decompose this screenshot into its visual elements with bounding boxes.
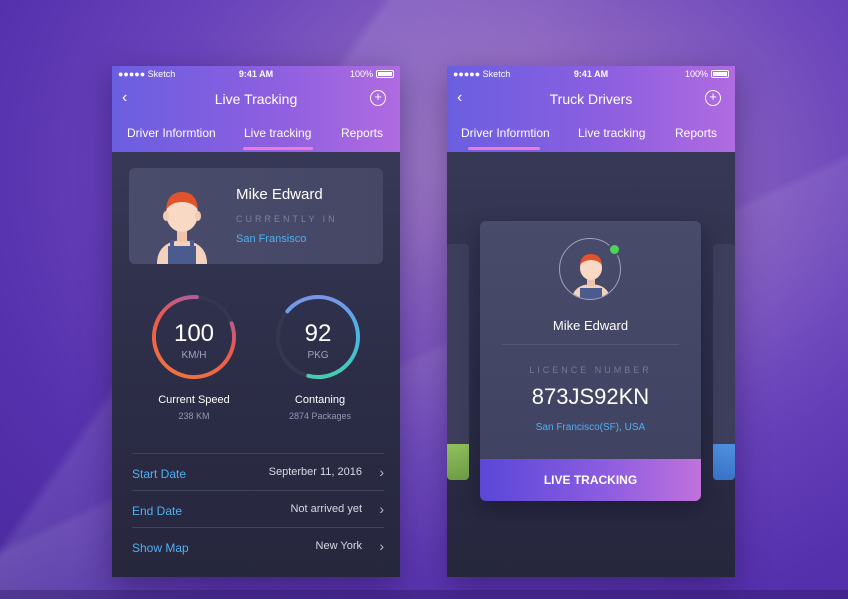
speed-unit: KM/H [181,350,207,361]
start-date-label: Start Date [132,467,187,481]
status-bar: ●●●●● Sketch 9:41 AM 100% [112,66,400,82]
end-date-label: End Date [132,504,183,518]
previous-driver-card[interactable] [447,244,469,480]
speed-gauge: 100 KM/H [149,292,239,382]
tab-live-tracking[interactable]: Live tracking [244,126,311,140]
chevron-right-icon: › [379,501,384,517]
battery-indicator: 100% [350,69,394,79]
tab-bar: Driver Informtion Live tracking Reports [112,124,400,152]
show-map-label: Show Map [132,541,189,555]
screen-header: ●●●●● Sketch 9:41 AM 100% ‹ Truck Driver… [447,66,735,152]
chevron-right-icon: › [379,538,384,554]
battery-percent: 100% [349,69,373,79]
active-tab-indicator [468,147,540,150]
chevron-right-icon: › [379,464,384,480]
live-tracking-screen: ●●●●● Sketch 9:41 AM 100% ‹ Live Trackin… [112,66,400,577]
packages-value: 92 [304,320,332,347]
page-title: Truck Drivers [549,91,633,107]
tab-driver-information[interactable]: Driver Informtion [127,126,216,140]
next-driver-card[interactable] [713,244,735,480]
list-item-end-date[interactable]: End Date Not arrived yet › [132,490,384,527]
currently-in-label: CURRENTLY IN [236,214,338,224]
packages-gauge: 92 PKG [273,292,363,382]
driver-avatar-icon [157,192,207,264]
divider [502,344,679,345]
driver-card[interactable]: Mike Edward CURRENTLY IN San Fransisco [129,168,383,264]
driver-name: Mike Edward [552,318,629,333]
page-title: Live Tracking [214,91,298,107]
online-status-dot [608,243,621,256]
card-tip [713,444,735,480]
tab-driver-information[interactable]: Driver Informtion [461,126,550,140]
live-tracking-button[interactable]: LIVE TRACKING [480,459,701,501]
packages-unit: PKG [307,350,329,361]
truck-drivers-screen: ●●●●● Sketch 9:41 AM 100% ‹ Truck Driver… [447,66,735,577]
licence-number: 873JS92KN [531,384,650,409]
add-circle-icon[interactable]: + [705,90,721,106]
speed-label: Current Speed [158,394,230,406]
tab-live-tracking[interactable]: Live tracking [578,126,645,140]
licence-number-label: LICENCE NUMBER [529,365,652,375]
active-tab-indicator [243,147,313,150]
card-tip [447,444,469,480]
status-bar: ●●●●● Sketch 9:41 AM 100% [447,66,735,82]
driver-name: Mike Edward [236,186,323,203]
driver-profile-card[interactable]: Mike Edward LICENCE NUMBER 873JS92KN San… [480,221,701,501]
driver-city: San Fransisco [236,233,307,245]
speed-distance: 238 KM [178,411,210,421]
list-item-start-date[interactable]: Start Date Septerber 11, 2016 › [132,453,384,490]
driver-location: San Francisco(SF), USA [535,422,646,433]
tab-reports[interactable]: Reports [675,126,717,140]
packages-count: 2874 Packages [288,411,352,421]
speed-value: 100 [173,320,215,347]
battery-percent: 100% [684,69,708,79]
bottom-strip [0,590,848,599]
add-circle-icon[interactable]: + [370,90,386,106]
screen-header: ●●●●● Sketch 9:41 AM 100% ‹ Live Trackin… [112,66,400,152]
tab-bar: Driver Informtion Live tracking Reports [447,124,735,152]
list-item-show-map[interactable]: Show Map New York › [132,527,384,564]
battery-indicator: 100% [685,69,729,79]
packages-label: Contaning [294,394,346,406]
show-map-value: New York [315,540,362,552]
start-date-value: Septerber 11, 2016 [268,466,362,478]
end-date-value: Not arrived yet [290,503,362,515]
tab-reports[interactable]: Reports [341,126,383,140]
battery-icon [376,70,394,78]
battery-icon [711,70,729,78]
